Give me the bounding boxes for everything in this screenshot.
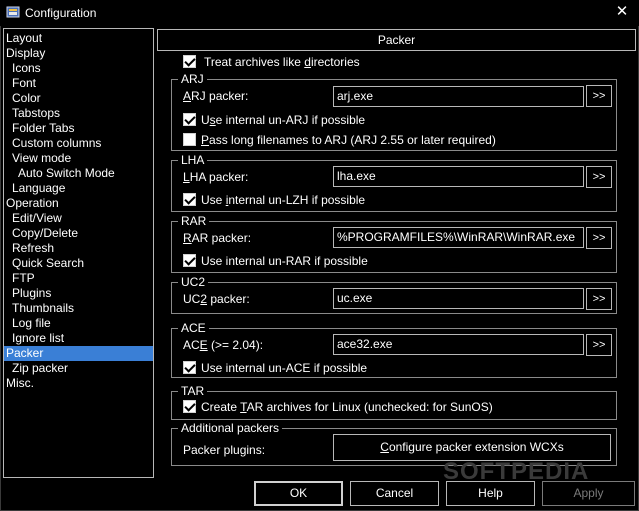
lha-internal-checkbox[interactable] xyxy=(183,193,196,206)
uc2-packer-label: UC2 packer: xyxy=(183,292,250,306)
tree-item-icons[interactable]: Icons xyxy=(4,61,153,76)
rar-packer-label: RAR packer: xyxy=(183,231,252,245)
help-button[interactable]: Help xyxy=(446,481,535,506)
tar-linux-label: Create TAR archives for Linux (unchecked… xyxy=(201,400,493,414)
ace-browse-button[interactable]: >> xyxy=(586,334,612,356)
tree-item-folder-tabs[interactable]: Folder Tabs xyxy=(4,121,153,136)
rar-packer-field[interactable]: %PROGRAMFILES%\WinRAR\WinRAR.exe xyxy=(333,227,584,248)
tree-item-display[interactable]: Display xyxy=(4,46,153,61)
tree-item-tabstops[interactable]: Tabstops xyxy=(4,106,153,121)
page-title: Packer xyxy=(157,29,636,51)
lha-group-title: LHA xyxy=(178,153,208,167)
ace-packer-field[interactable]: ace32.exe xyxy=(333,334,584,355)
rar-internal-label: Use internal un-RAR if possible xyxy=(201,254,368,268)
tree-item-custom-columns[interactable]: Custom columns xyxy=(4,136,153,151)
ace-internal-checkbox[interactable] xyxy=(183,361,196,374)
ok-button[interactable]: OK xyxy=(254,481,343,506)
tree-item-misc[interactable]: Misc. xyxy=(4,376,153,391)
arj-packer-label: ARJ packer: xyxy=(183,89,249,103)
ace-internal-label: Use internal un-ACE if possible xyxy=(201,361,368,375)
close-icon[interactable]: ✕ xyxy=(613,3,631,21)
uc2-browse-button[interactable]: >> xyxy=(586,288,612,310)
arj-group-title: ARJ xyxy=(178,72,207,86)
rar-group-title: RAR xyxy=(178,214,210,228)
arj-long-names-checkbox[interactable] xyxy=(183,133,196,146)
lha-internal-label: Use internal un-LZH if possible xyxy=(201,193,366,207)
tree-item-plugins[interactable]: Plugins xyxy=(4,286,153,301)
lha-packer-field[interactable]: lha.exe xyxy=(333,166,584,187)
tree-item-quick-search[interactable]: Quick Search xyxy=(4,256,153,271)
app-icon xyxy=(6,6,20,18)
arj-packer-field[interactable]: arj.exe xyxy=(333,86,584,107)
configure-wcx-button[interactable]: Configure packer extension WCXs xyxy=(333,434,611,461)
rar-internal-checkbox[interactable] xyxy=(183,254,196,267)
tree-item-font[interactable]: Font xyxy=(4,76,153,91)
rar-browse-button[interactable]: >> xyxy=(586,227,612,249)
tree-item-copy-delete[interactable]: Copy/Delete xyxy=(4,226,153,241)
arj-long-names-label: Pass long filenames to ARJ (ARJ 2.55 or … xyxy=(201,133,496,147)
ace-packer-label: ACE (>= 2.04): xyxy=(183,338,264,352)
tree-item-packer[interactable]: Packer xyxy=(4,346,153,361)
tree-item-log-file[interactable]: Log file xyxy=(4,316,153,331)
uc2-group-title: UC2 xyxy=(178,275,209,289)
tree-item-zip-packer[interactable]: Zip packer xyxy=(4,361,153,376)
additional-packers-title: Additional packers xyxy=(178,421,283,435)
treat-archives-checkbox[interactable] xyxy=(183,55,196,68)
arj-browse-button[interactable]: >> xyxy=(586,85,612,107)
tree-item-layout[interactable]: Layout xyxy=(4,31,153,46)
tree-item-refresh[interactable]: Refresh xyxy=(4,241,153,256)
tree-item-view-mode[interactable]: View mode xyxy=(4,151,153,166)
treat-archives-label: Treat archives like directories xyxy=(204,55,360,69)
arj-internal-label: Use internal un-ARJ if possible xyxy=(201,113,366,127)
tree-item-operation[interactable]: Operation xyxy=(4,196,153,211)
tree-item-ftp[interactable]: FTP xyxy=(4,271,153,286)
uc2-packer-field[interactable]: uc.exe xyxy=(333,288,584,309)
tar-group-title: TAR xyxy=(178,384,208,398)
apply-button[interactable]: Apply xyxy=(542,481,635,506)
arj-internal-checkbox[interactable] xyxy=(183,113,196,126)
lha-packer-label: LHA packer: xyxy=(183,170,249,184)
tree-item-color[interactable]: Color xyxy=(4,91,153,106)
settings-tree[interactable]: Layout Display Icons Font Color Tabstops… xyxy=(3,28,154,478)
title-bar: Configuration ✕ xyxy=(0,0,639,26)
tree-item-thumbnails[interactable]: Thumbnails xyxy=(4,301,153,316)
packer-plugins-label: Packer plugins: xyxy=(183,443,266,457)
tree-item-auto-switch-mode[interactable]: Auto Switch Mode xyxy=(4,166,153,181)
tar-linux-checkbox[interactable] xyxy=(183,400,196,413)
tree-item-language[interactable]: Language xyxy=(4,181,153,196)
window-title: Configuration xyxy=(25,6,97,20)
tree-item-edit-view[interactable]: Edit/View xyxy=(4,211,153,226)
ace-group-title: ACE xyxy=(178,321,209,335)
tree-item-ignore-list[interactable]: Ignore list xyxy=(4,331,153,346)
cancel-button[interactable]: Cancel xyxy=(350,481,439,506)
lha-browse-button[interactable]: >> xyxy=(586,166,612,188)
